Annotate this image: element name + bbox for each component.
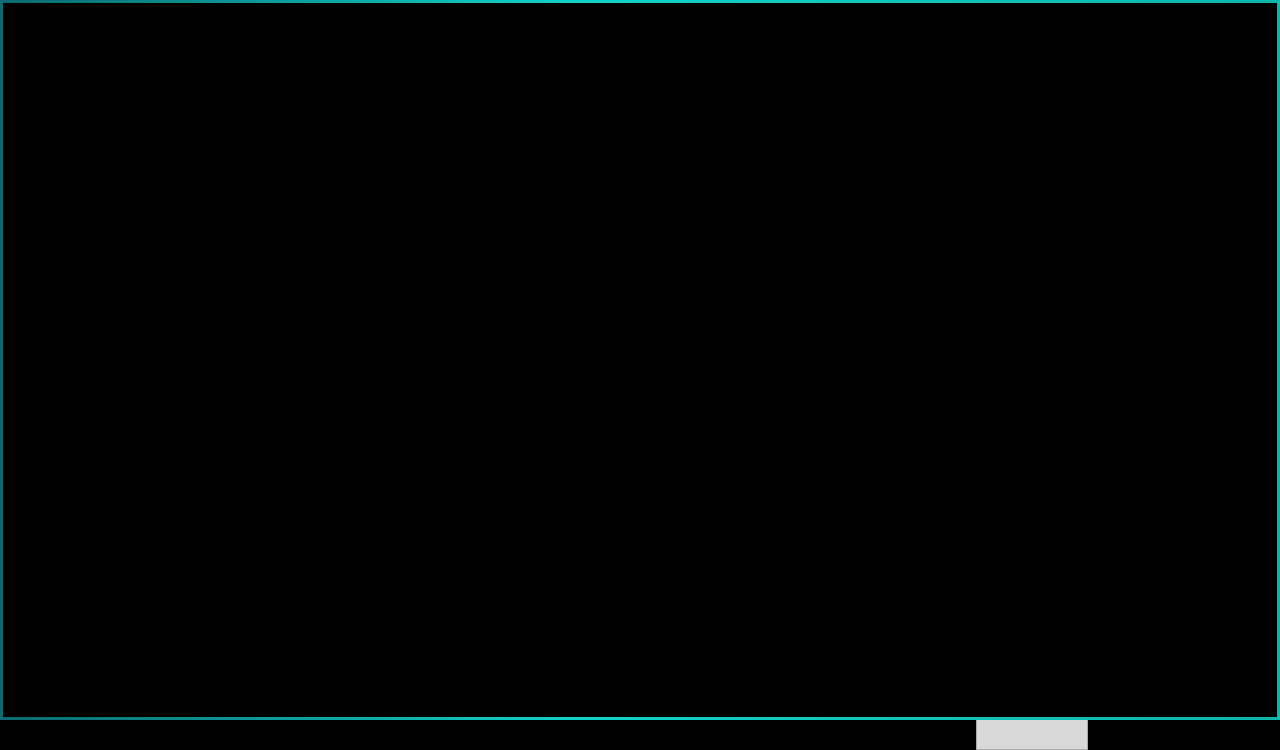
- hashrate-speedometer: Mh/s: [1223, 19, 1279, 123]
- document-page-1[interactable]: grundlegende Konzepte umfassen Transakti…: [627, 18, 1194, 291]
- person-icon: 👤: [1231, 642, 1245, 654]
- viewer-name: VidAOriginal: [228, 676, 289, 687]
- gauge-tick: 600: [1008, 672, 1017, 678]
- meter-fill: [1242, 578, 1256, 600]
- coffee-icon: ☕: [1238, 322, 1258, 342]
- info-label: !info: [1236, 695, 1262, 709]
- viewer-name: Daiugxa: [608, 676, 644, 686]
- sparkle-icon: ✺: [1240, 669, 1257, 691]
- bullet-icon: ○: [718, 491, 725, 500]
- document-viewport[interactable]: 12 34 56 78 910 1112 1314 1516 1718 grun…: [614, 18, 1219, 718]
- highlighted-note: ++++Schlüssel, Normalisierung: [716, 98, 851, 110]
- margin-mark: [1141, 350, 1150, 359]
- info-command[interactable]: ✺ !info: [1226, 664, 1274, 713]
- follower-count-stat: 👤 6: [1226, 638, 1274, 659]
- text-line: Abfragekomplexität und Zielanwendungsgeb…: [716, 563, 949, 575]
- gauge-tick: 800: [1024, 666, 1033, 672]
- stat-value: 3: [1261, 618, 1268, 630]
- viewer-count-stat: 👤 3: [1226, 614, 1274, 635]
- text-line: Zugriffskontrolle und Wiederherstellung.: [716, 62, 902, 74]
- gauge-tick: 200: [990, 704, 999, 710]
- viewer-avatar: [619, 695, 637, 713]
- donation-meter: 1: [1238, 350, 1260, 604]
- text-line: erfolgt deklarativ, z. B. mithilfe von S…: [734, 358, 920, 370]
- section-heading: 3.4 Einsatz von Datenbanksystemen: [716, 600, 897, 612]
- text-line: Diese Modelle unterscheiden sich hinsich…: [716, 551, 1106, 563]
- bullet-icon: ○: [718, 443, 725, 452]
- scrollbar-thumb[interactable]: [1210, 345, 1215, 395]
- list-item-title: Relationales Modell:: [734, 195, 836, 207]
- person-icon: 👤: [1231, 618, 1245, 630]
- kricom-network-logo: KN Kricom Network: [6, 6, 66, 68]
- list-item-title: Objektorientiertes Modell:: [734, 382, 864, 394]
- text-line: Diese legen fest, wie Informationen unab…: [716, 159, 1094, 171]
- top-accent-bar: [0, 0, 1280, 18]
- speedo-label: Mh/s: [1239, 68, 1255, 75]
- kofi-support-badge[interactable]: ♥: [1087, 674, 1217, 692]
- text-line: Datenorganisation folgt strikt definiert…: [734, 219, 1128, 231]
- logo-line2: Network: [16, 47, 56, 58]
- text-line: Kombiniert relationale Strukturen mit ob…: [734, 454, 1137, 466]
- overlay-user: Eveneo: [682, 663, 710, 672]
- gauge-label: Watt: [1029, 695, 1043, 702]
- coffee-cup-icon: ☕: [1108, 698, 1120, 708]
- text-line: Methoden. Es wird insbesondere in komple…: [734, 406, 1131, 418]
- gauge-tick: 1400: [1064, 686, 1075, 692]
- viewer-avatar: [248, 696, 266, 714]
- topic-title: Thema: Datenbanken: [77, 32, 251, 52]
- gauge-tick: 1000: [1038, 666, 1049, 672]
- heart-icon: ♥: [1095, 678, 1101, 688]
- text-line: Eigenschaften (Atomic, Consistent, Isola…: [716, 50, 1142, 62]
- text-line: Dient primär analytischen Anwendungen, z…: [734, 502, 1059, 514]
- gauge-tick: 1200: [1054, 672, 1065, 678]
- margin-mark: [1141, 249, 1150, 258]
- text-line: Datenbanksysteme bilden das Rückgrat mod…: [716, 624, 1118, 636]
- stream-timer: 76:07:04: [30, 84, 266, 154]
- text-line: Produkt, Region, uvm.) arbeiten.: [734, 526, 886, 538]
- bullet-icon: ○: [718, 383, 725, 392]
- bullet-icon: ○: [718, 196, 725, 205]
- meter-value: 1: [1246, 355, 1252, 365]
- document-page-2[interactable]: erfolgt deklarativ, z. B. mithilfe von S…: [627, 304, 1194, 718]
- logo-mark: KN: [18, 9, 55, 39]
- text-line: strukturiert werden. In der Datenbankpra…: [716, 171, 1116, 183]
- highlighted-note: ++++++++++++ Tabellen, Spalten, Zeilen, …: [716, 86, 1085, 98]
- watt-gauge: 200 400 600 800 1000 1200 1400 1600 Watt: [976, 660, 1088, 750]
- text-line: Integriert Konzepte der objektorientiert…: [734, 394, 1140, 406]
- kofi-label: Ko-fi.com/eveneo: [1126, 698, 1202, 708]
- outline-title: Grundlagen Datenbanken: [682, 681, 774, 690]
- text-line: jedoch in der Praxis nur begrenzt verwen…: [734, 418, 943, 430]
- kofi-link[interactable]: ☕ Ko-fi.com/eveneo: [1102, 694, 1208, 712]
- stat-value: 6: [1261, 642, 1268, 654]
- margin-mark: [674, 249, 683, 258]
- text-line: Datentypen und benutzerdefinierte Funkti…: [734, 466, 953, 478]
- text-line: grundlegende Konzepte umfassen Transakti…: [716, 38, 1109, 50]
- list-item-title: Objekt-relationales Modell:: [734, 442, 869, 454]
- viewer-avatar: [689, 695, 707, 713]
- list-item-title: Multidimensionales Modell:: [734, 490, 872, 502]
- text-line: Bildet Daten in Relationen (Tabellen) ab…: [734, 207, 1141, 219]
- gauge-tick: 400: [994, 686, 1003, 692]
- text-line: Anwendungsgebieten die mit strukturierte…: [734, 514, 1138, 526]
- gauge-tick: 1600: [1066, 704, 1077, 710]
- section-heading: 3.3 Logische Datenmodelle: [716, 135, 852, 147]
- margin-mark: [674, 350, 683, 359]
